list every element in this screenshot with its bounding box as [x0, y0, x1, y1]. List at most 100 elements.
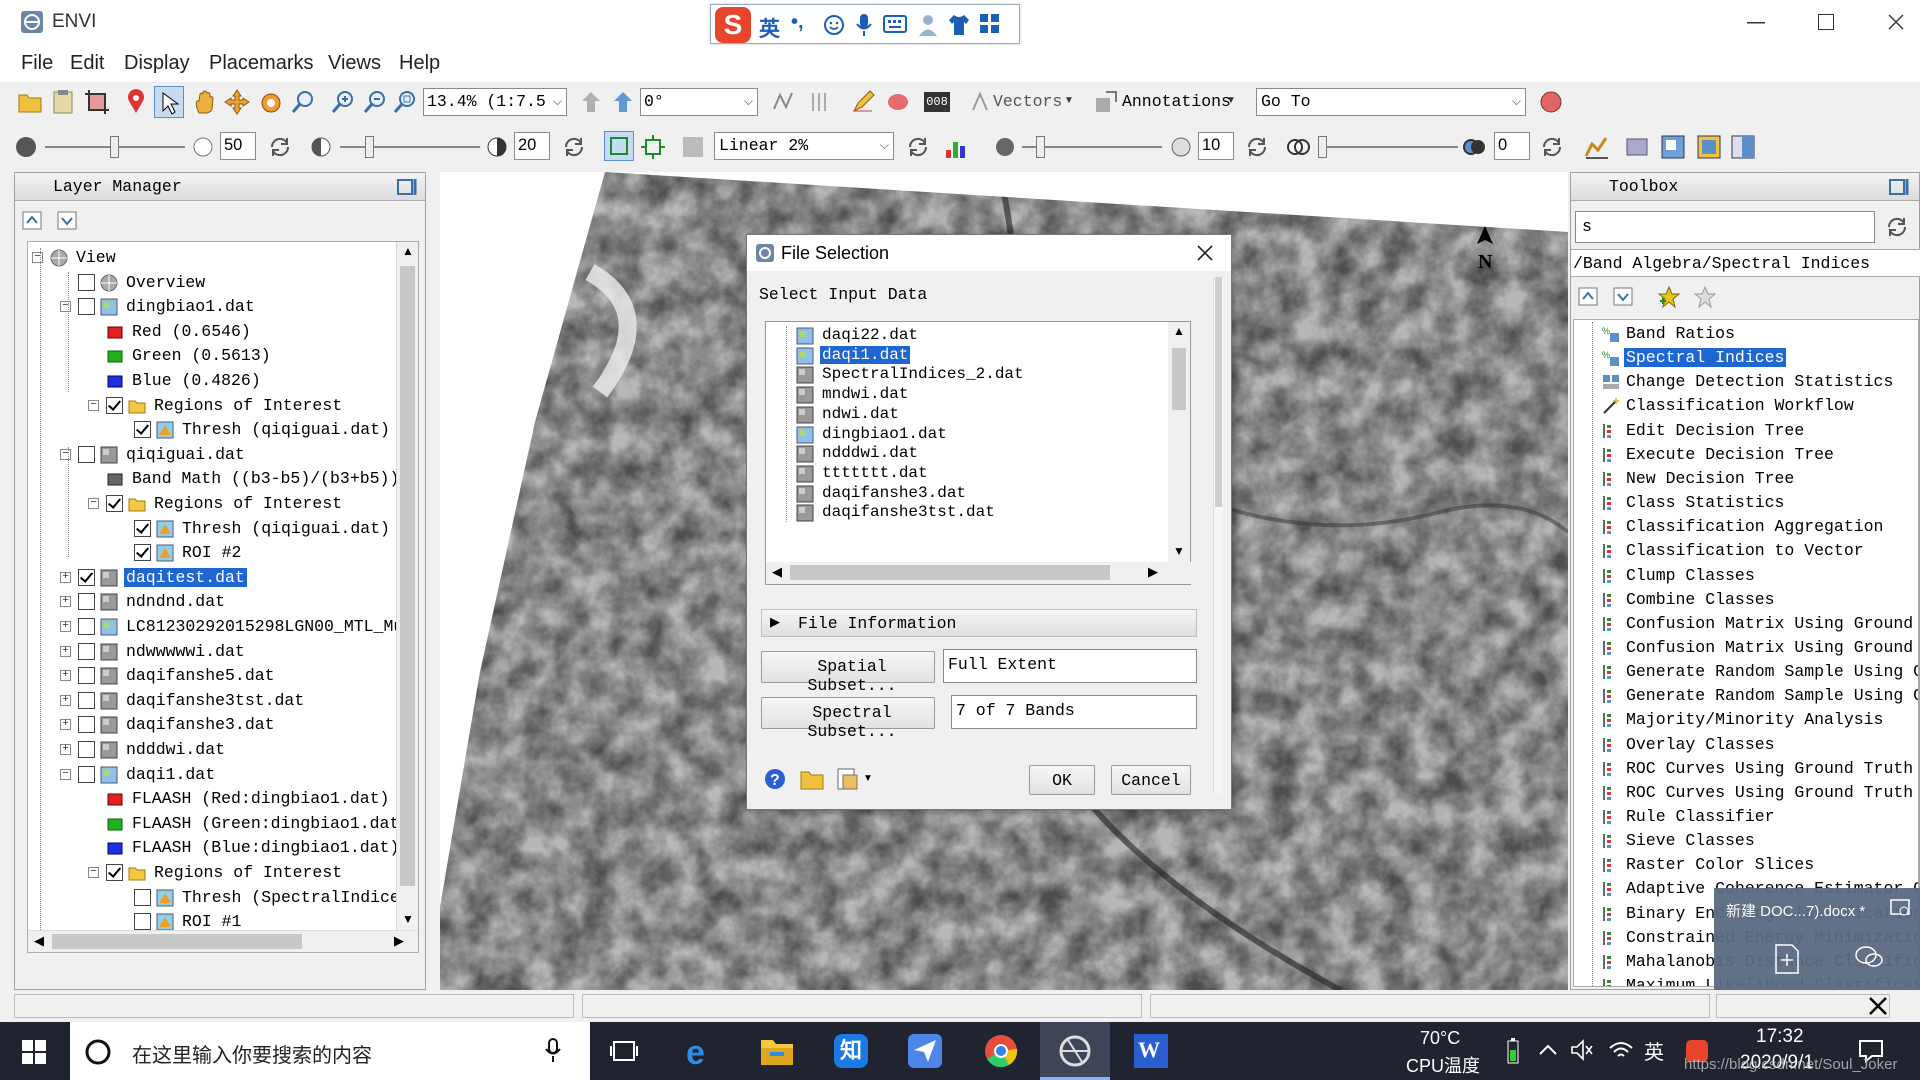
expand-toggle-icon[interactable]: +	[60, 645, 71, 657]
volume-muted-icon[interactable]	[1570, 1038, 1594, 1062]
layer-visibility-checkbox[interactable]	[78, 642, 95, 660]
file-list-item[interactable]: ttttttt.dat	[766, 464, 1166, 484]
layer-tree-row[interactable]: − qiqiguai.dat	[28, 443, 398, 467]
measure-icon[interactable]	[808, 89, 834, 115]
layer-visibility-checkbox[interactable]	[134, 519, 151, 537]
chrome-icon[interactable]	[984, 1034, 1018, 1068]
layer-visibility-checkbox[interactable]	[78, 298, 95, 316]
menu-file[interactable]: File	[21, 52, 53, 75]
layer-visibility-checkbox[interactable]	[78, 691, 95, 709]
ime-toolbar[interactable]: S 英 •,	[710, 4, 1020, 44]
spatial-subset-button[interactable]: Spatial Subset...	[761, 651, 935, 695]
scroll-down-icon[interactable]: ▼	[1173, 544, 1185, 558]
grid-menu-icon[interactable]	[979, 13, 1001, 35]
zoom-combo[interactable]: 13.4% (1:7.5 ⌵	[423, 88, 567, 116]
file-list-item[interactable]: dingbiao1.dat	[766, 425, 1166, 445]
refresh-icon[interactable]	[1885, 215, 1909, 239]
file-list-item[interactable]: ndddwi.dat	[766, 444, 1166, 464]
chevron-up-icon[interactable]	[1538, 1044, 1558, 1056]
windows-start-icon[interactable]	[22, 1040, 46, 1064]
collapse-toggle-icon[interactable]: −	[60, 301, 71, 313]
document-notification[interactable]: 新建 DOC...7).docx *	[1714, 888, 1920, 990]
caret-down-icon[interactable]: ▼	[1226, 95, 1236, 106]
ime-punct[interactable]: •,	[791, 11, 804, 34]
roi-tool-icon[interactable]	[886, 89, 912, 115]
swipe-icon[interactable]	[1730, 134, 1756, 160]
file-list-item[interactable]: ndwi.dat	[766, 405, 1166, 425]
user-icon[interactable]	[917, 13, 939, 37]
annotate-pencil-icon[interactable]	[850, 89, 876, 115]
file-explorer-icon[interactable]	[760, 1034, 794, 1066]
transparency-input[interactable]: 0	[1494, 132, 1530, 160]
ime-indicator[interactable]: 英	[1644, 1036, 1664, 1065]
toolbox-item[interactable]: New Decision Tree	[1574, 467, 1918, 491]
minimize-icon[interactable]	[1747, 22, 1765, 24]
word-icon[interactable]: W	[1134, 1034, 1168, 1068]
collapse-toggle-icon[interactable]: −	[88, 867, 99, 878]
expand-toggle-icon[interactable]: +	[60, 571, 71, 583]
toolbox-item[interactable]: Overlay Classes	[1574, 733, 1918, 757]
expand-toggle-icon[interactable]: +	[60, 596, 71, 608]
scrollbar-thumb[interactable]	[52, 934, 302, 949]
layer-tree-row[interactable]: FLAASH (Red:dingbiao1.dat) (C	[28, 787, 418, 811]
file-list-item[interactable]: mndwi.dat	[766, 385, 1166, 405]
dialog-vscroll[interactable]	[1213, 277, 1223, 793]
layer-visibility-checkbox[interactable]	[134, 544, 151, 562]
toolbox-item[interactable]: Sieve Classes	[1574, 829, 1918, 853]
rotation-combo[interactable]: 0° ⌵	[640, 88, 758, 116]
taskbar-search-box[interactable]: 在这里输入你要搜索的内容	[70, 1022, 590, 1080]
caret-down-icon[interactable]: ▼	[863, 773, 873, 784]
maximize-icon[interactable]	[1818, 14, 1834, 30]
file-list-item[interactable]: daqifanshe3tst.dat	[766, 503, 1166, 523]
vector-tool-icon[interactable]	[770, 89, 796, 115]
layer-tree-row[interactable]: + ndwwwwwi.dat	[28, 640, 398, 664]
layer-tree-row[interactable]: FLAASH (Green:dingbiao1.dat)	[28, 812, 409, 836]
toolbox-item[interactable]: Class Statistics	[1574, 491, 1918, 515]
layer-tree-row[interactable]: + daqifanshe3.dat	[28, 713, 398, 737]
file-list-item[interactable]: daqi22.dat	[766, 326, 1166, 346]
sharpen-input[interactable]: 10	[1198, 132, 1234, 160]
shirt-icon[interactable]	[947, 13, 971, 37]
layer-tree-row[interactable]: − Regions of Interest	[28, 492, 398, 516]
zoom-extent-icon[interactable]	[392, 89, 418, 115]
toolbox-item[interactable]: Raster Color Slices	[1574, 853, 1918, 877]
profile-icon[interactable]	[1584, 134, 1610, 160]
scroll-right-icon[interactable]: ▶	[394, 933, 404, 949]
spectral-subset-button[interactable]: Spectral Subset...	[761, 697, 935, 741]
expand-toggle-icon[interactable]: +	[60, 719, 71, 731]
layer-tree-row[interactable]: Band Math ((b3-b5)/(b3+b5))	[28, 467, 399, 491]
layer-tree-row[interactable]: ROI #2	[28, 541, 398, 565]
star-remove-icon[interactable]	[1693, 285, 1717, 309]
microphone-icon[interactable]	[855, 13, 873, 37]
cancel-button[interactable]: Cancel	[1111, 765, 1191, 795]
chevron-down-icon[interactable]: ⌵	[1512, 94, 1521, 109]
layer-tree-row[interactable]: − dingbiao1.dat	[28, 295, 398, 319]
chevron-down-icon[interactable]: ⌵	[880, 138, 889, 153]
layer-tree-row[interactable]: − Regions of Interest	[28, 861, 398, 885]
layer-tree-row[interactable]: − View	[28, 246, 398, 270]
scroll-right-icon[interactable]: ▶	[1148, 564, 1158, 580]
emoji-icon[interactable]	[823, 14, 845, 36]
layer-tree-vscroll[interactable]: ▲ ▼	[396, 242, 418, 932]
layer-visibility-checkbox[interactable]	[78, 593, 95, 611]
chevron-down-icon[interactable]: ⌵	[553, 94, 562, 109]
pan-hand-icon[interactable]	[192, 89, 218, 115]
task-view-icon[interactable]	[610, 1038, 638, 1064]
transparency-slider[interactable]	[1318, 146, 1458, 148]
layer-tree-row[interactable]: − Regions of Interest	[28, 394, 398, 418]
toolbox-item[interactable]: Confusion Matrix Using Ground Tr	[1574, 612, 1918, 636]
ime-lang[interactable]: 英	[759, 13, 780, 43]
toolbox-item[interactable]: Clump Classes	[1574, 564, 1918, 588]
toolbox-item[interactable]: Confusion Matrix Using Ground Tr	[1574, 636, 1918, 660]
new-document-icon[interactable]	[1774, 944, 1800, 974]
contrast-slider-thumb[interactable]	[365, 136, 374, 158]
layer-visibility-checkbox[interactable]	[78, 741, 95, 758]
layer-tree-row[interactable]: + daqifanshe3tst.dat	[28, 689, 398, 713]
layer-tree-row[interactable]: Thresh (qiqiguai.dat)	[28, 517, 398, 541]
layer-tree-row[interactable]: − daqi1.dat	[28, 763, 398, 787]
open-folder-icon[interactable]	[17, 89, 43, 115]
scroll-up-icon[interactable]: ▲	[402, 244, 414, 258]
collapse-toggle-icon[interactable]: −	[60, 448, 71, 460]
fly-icon[interactable]	[224, 89, 250, 115]
layer-export-icon[interactable]	[1624, 134, 1650, 160]
